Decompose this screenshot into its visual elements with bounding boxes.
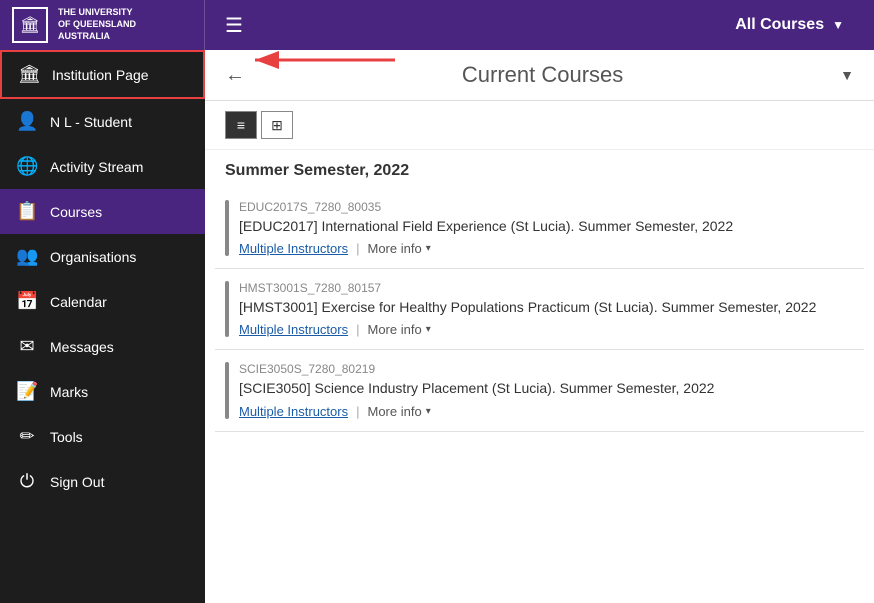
more-info-arrow-3: ▾ bbox=[426, 406, 431, 417]
marks-icon: 📝 bbox=[16, 381, 38, 402]
sidebar-label-tools: Tools bbox=[50, 429, 83, 445]
courses-dropdown-arrow: ▼ bbox=[832, 18, 844, 32]
sidebar-item-marks[interactable]: 📝 Marks bbox=[0, 369, 205, 414]
course-bar-1 bbox=[225, 200, 229, 256]
sidebar-label-marks: Marks bbox=[50, 384, 88, 400]
more-info-arrow-1: ▾ bbox=[426, 243, 431, 254]
more-info-button-3[interactable]: More info ▾ bbox=[367, 404, 430, 419]
semester-heading: Summer Semester, 2022 bbox=[205, 150, 874, 188]
instructors-link-1[interactable]: Multiple Instructors bbox=[239, 241, 348, 256]
sidebar-label-courses: Courses bbox=[50, 204, 102, 220]
course-details-1: EDUC2017S_7280_80035 [EDUC2017] Internat… bbox=[239, 200, 854, 256]
course-name-1[interactable]: [EDUC2017] International Field Experienc… bbox=[239, 217, 854, 235]
content-dropdown-arrow[interactable]: ▼ bbox=[840, 67, 854, 83]
university-name: The University of Queensland Australia bbox=[58, 7, 136, 42]
institution-icon: 🏛 bbox=[18, 64, 40, 85]
courses-icon: 📋 bbox=[16, 201, 38, 222]
sidebar-item-student[interactable]: 👤 N L - Student bbox=[0, 99, 205, 144]
university-logo: 🏛 bbox=[12, 7, 48, 43]
main-area: 🏛 Institution Page 👤 N L - Student 🌐 Act… bbox=[0, 50, 874, 603]
all-courses-label: All Courses bbox=[735, 16, 824, 34]
course-footer-2: Multiple Instructors | More info ▾ bbox=[239, 322, 854, 337]
separator-3: | bbox=[356, 404, 359, 419]
sidebar-label-messages: Messages bbox=[50, 339, 114, 355]
list-view-button[interactable]: ≡ bbox=[225, 111, 257, 139]
organisations-icon: 👥 bbox=[16, 246, 38, 267]
sidebar-label-institution: Institution Page bbox=[52, 67, 149, 83]
sidebar-label-activity: Activity Stream bbox=[50, 159, 143, 175]
activity-stream-icon: 🌐 bbox=[16, 156, 38, 177]
instructors-link-3[interactable]: Multiple Instructors bbox=[239, 404, 348, 419]
course-code-1: EDUC2017S_7280_80035 bbox=[239, 200, 854, 214]
student-icon: 👤 bbox=[16, 111, 38, 132]
more-info-button-1[interactable]: More info ▾ bbox=[367, 241, 430, 256]
logo-section: 🏛 The University of Queensland Australia bbox=[0, 0, 205, 50]
tools-icon: ✏ bbox=[16, 426, 38, 447]
course-item-2: HMST3001S_7280_80157 [HMST3001] Exercise… bbox=[215, 269, 864, 350]
separator-2: | bbox=[356, 322, 359, 337]
course-name-3[interactable]: [SCIE3050] Science Industry Placement (S… bbox=[239, 379, 854, 397]
grid-view-button[interactable]: ⊞ bbox=[261, 111, 293, 139]
sidebar-item-tools[interactable]: ✏ Tools bbox=[0, 414, 205, 459]
back-button[interactable]: ← bbox=[225, 64, 245, 87]
sidebar-label-organisations: Organisations bbox=[50, 249, 136, 265]
content-title: Current Courses bbox=[265, 62, 820, 88]
sidebar-item-sign-out[interactable]: ⏻ Sign Out bbox=[0, 459, 205, 504]
courses-list: EDUC2017S_7280_80035 [EDUC2017] Internat… bbox=[205, 188, 874, 603]
sidebar-label-calendar: Calendar bbox=[50, 294, 107, 310]
sidebar-item-courses[interactable]: 📋 Courses bbox=[0, 189, 205, 234]
hamburger-menu[interactable]: ☰ bbox=[205, 13, 263, 38]
all-courses-dropdown[interactable]: All Courses ▼ bbox=[735, 16, 874, 34]
content-area: ← Current Courses ▼ ≡ ⊞ Summer Semester,… bbox=[205, 50, 874, 603]
course-bar-3 bbox=[225, 362, 229, 418]
more-info-arrow-2: ▾ bbox=[426, 324, 431, 335]
course-item-1: EDUC2017S_7280_80035 [EDUC2017] Internat… bbox=[215, 188, 864, 269]
sidebar: 🏛 Institution Page 👤 N L - Student 🌐 Act… bbox=[0, 50, 205, 603]
instructors-link-2[interactable]: Multiple Instructors bbox=[239, 322, 348, 337]
course-item-3: SCIE3050S_7280_80219 [SCIE3050] Science … bbox=[215, 350, 864, 431]
separator-1: | bbox=[356, 241, 359, 256]
sidebar-item-activity-stream[interactable]: 🌐 Activity Stream bbox=[0, 144, 205, 189]
course-bar-2 bbox=[225, 281, 229, 337]
course-details-2: HMST3001S_7280_80157 [HMST3001] Exercise… bbox=[239, 281, 854, 337]
course-name-2[interactable]: [HMST3001] Exercise for Healthy Populati… bbox=[239, 298, 854, 316]
sidebar-item-institution-page[interactable]: 🏛 Institution Page bbox=[0, 50, 205, 99]
sidebar-item-calendar[interactable]: 📅 Calendar bbox=[0, 279, 205, 324]
sidebar-label-student: N L - Student bbox=[50, 114, 132, 130]
more-info-button-2[interactable]: More info ▾ bbox=[367, 322, 430, 337]
course-footer-1: Multiple Instructors | More info ▾ bbox=[239, 241, 854, 256]
content-header: ← Current Courses ▼ bbox=[205, 50, 874, 101]
course-details-3: SCIE3050S_7280_80219 [SCIE3050] Science … bbox=[239, 362, 854, 418]
sidebar-item-messages[interactable]: ✉ Messages bbox=[0, 324, 205, 369]
view-toggles: ≡ ⊞ bbox=[205, 101, 874, 150]
sidebar-label-sign-out: Sign Out bbox=[50, 474, 104, 490]
top-header: 🏛 The University of Queensland Australia… bbox=[0, 0, 874, 50]
course-code-2: HMST3001S_7280_80157 bbox=[239, 281, 854, 295]
sidebar-item-organisations[interactable]: 👥 Organisations bbox=[0, 234, 205, 279]
sign-out-icon: ⏻ bbox=[16, 471, 38, 492]
course-code-3: SCIE3050S_7280_80219 bbox=[239, 362, 854, 376]
course-footer-3: Multiple Instructors | More info ▾ bbox=[239, 404, 854, 419]
calendar-icon: 📅 bbox=[16, 291, 38, 312]
messages-icon: ✉ bbox=[16, 336, 38, 357]
